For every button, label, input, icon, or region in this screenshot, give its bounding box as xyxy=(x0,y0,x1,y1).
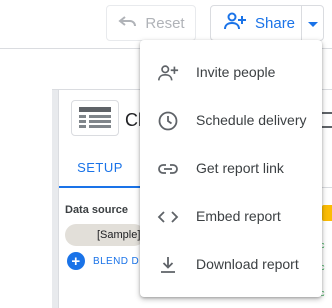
menu-item-label: Embed report xyxy=(196,208,281,224)
menu-item-label: Get report link xyxy=(196,160,284,176)
caret-down-icon xyxy=(307,15,318,32)
person-add-icon xyxy=(157,62,179,84)
undo-icon xyxy=(117,14,137,32)
reset-label: Reset xyxy=(145,14,185,32)
menu-item-schedule-delivery[interactable]: Schedule delivery xyxy=(140,96,322,144)
menu-item-download-report[interactable]: Download report xyxy=(140,240,322,288)
share-label: Share xyxy=(255,14,296,32)
share-dropdown-toggle[interactable] xyxy=(301,6,323,40)
data-source-chip[interactable]: [Sample] xyxy=(65,224,145,246)
menu-item-get-report-link[interactable]: Get report link xyxy=(140,144,322,192)
table-chart-icon[interactable] xyxy=(71,100,119,136)
reset-button[interactable]: Reset xyxy=(106,5,196,41)
blend-data-button[interactable]: + BLEND D xyxy=(67,252,139,270)
code-icon xyxy=(157,206,179,228)
blend-label: BLEND D xyxy=(93,255,140,267)
share-button[interactable]: Share xyxy=(210,5,324,41)
add-icon: + xyxy=(67,252,85,270)
menu-item-label: Schedule delivery xyxy=(196,112,307,128)
menu-item-embed-report[interactable]: Embed report xyxy=(140,192,322,240)
link-icon xyxy=(157,158,179,180)
menu-item-label: Download report xyxy=(196,256,299,272)
data-source-label: Data source xyxy=(65,204,128,216)
download-icon xyxy=(157,254,179,276)
menu-item-label: Invite people xyxy=(196,64,276,80)
menu-item-invite-people[interactable]: Invite people xyxy=(140,48,322,96)
data-source-chip-label: [Sample] xyxy=(97,229,141,241)
share-main[interactable]: Share xyxy=(211,6,301,40)
warning-indicator xyxy=(322,205,332,221)
person-add-icon xyxy=(223,12,247,34)
tab-setup[interactable]: SETUP xyxy=(59,148,141,188)
clock-icon xyxy=(157,110,179,132)
canvas-page xyxy=(0,54,52,308)
share-menu: Invite people Schedule delivery Get repo… xyxy=(140,40,322,297)
